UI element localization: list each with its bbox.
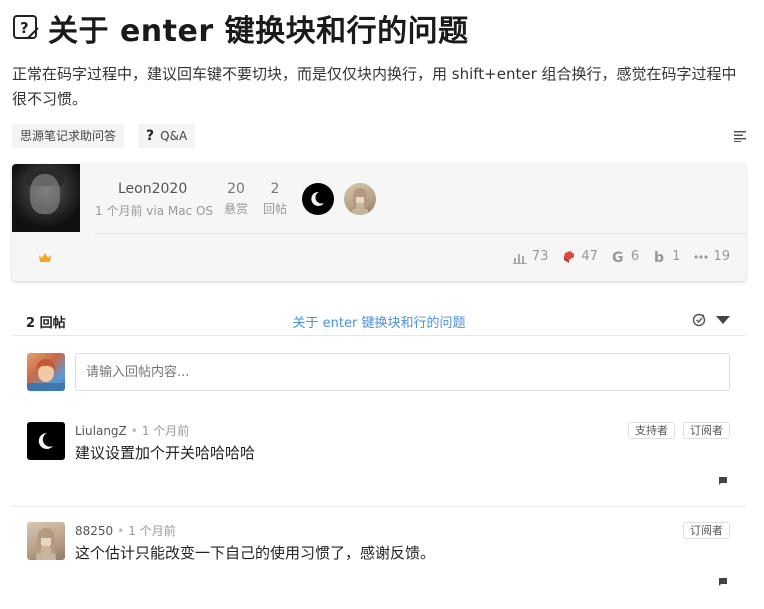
g-count: 6 (630, 249, 640, 264)
more-stat[interactable]: 19 (694, 249, 730, 264)
tag-siyuan-help[interactable]: 思源笔记求助问答 (12, 124, 125, 148)
author-name[interactable]: Leon2020 (118, 181, 187, 197)
reply-content: 建议设置加个开关哈哈哈哈 (75, 444, 256, 462)
reply-meta: 88250 • 1 个月前 (75, 522, 176, 539)
participant-avatar-moon[interactable] (302, 183, 334, 215)
current-user-avatar[interactable] (27, 353, 65, 391)
post-meta: 1 个月前 via Mac OS (95, 204, 214, 218)
replies-label: 回帖 (262, 202, 287, 216)
badge-subscriber[interactable]: 订阅者 (683, 422, 730, 439)
dot-separator: • (117, 524, 125, 538)
post-description: 正常在码字过程中，建议回车键不要切块，而是仅仅块内换行，用 shift+ente… (12, 65, 737, 108)
toc-menu-icon[interactable] (734, 130, 746, 142)
reply-author[interactable]: LiulangZ (75, 424, 127, 438)
reply-meta: LiulangZ • 1 个月前 (75, 422, 189, 439)
page-title: 关于 enter 键换块和行的问题 (48, 14, 469, 49)
reply-header: 2 回帖 关于 enter 键换块和行的问题 (12, 306, 746, 336)
svg-text:?: ? (20, 19, 29, 37)
flag-icon[interactable] (718, 476, 728, 486)
bar-chart-icon (512, 253, 527, 264)
reward-stat: 20 悬赏 (216, 181, 256, 217)
reply-avatar[interactable] (27, 522, 65, 560)
refresh-check-icon[interactable] (692, 313, 706, 327)
reply-time: 1 个月前 (128, 524, 176, 538)
girl-portrait-icon (352, 188, 368, 215)
dot-separator: • (130, 424, 138, 438)
reply-author[interactable]: 88250 (75, 524, 113, 538)
crown-icon (39, 253, 51, 262)
post-author-card: Leon2020 1 个月前 via Mac OS 20 悬赏 2 回帖 73 (12, 164, 746, 281)
reply-item: LiulangZ • 1 个月前 建议设置加个开关哈哈哈哈 支持者 订阅者 (27, 422, 730, 492)
reply-badges: 订阅者 (683, 522, 730, 539)
reply-content: 这个估计只能改变一下自己的使用习惯了，感谢反馈。 (75, 544, 436, 562)
girl-portrait-icon (36, 528, 56, 560)
b-icon: b (654, 250, 664, 264)
reply-divider (12, 506, 746, 507)
badge-supporter[interactable]: 支持者 (628, 422, 675, 439)
b-count: 1 (672, 249, 681, 264)
card-divider (95, 233, 746, 234)
tag-label: 思源笔记求助问答 (20, 129, 117, 143)
reply-item: 88250 • 1 个月前 这个估计只能改变一下自己的使用习惯了，感谢反馈。 订阅者 (27, 522, 730, 592)
tag-list: 思源笔记求助问答 ? Q&A (12, 124, 196, 148)
more-count: 19 (713, 249, 730, 264)
badge-subscriber[interactable]: 订阅者 (683, 522, 730, 539)
b-stat[interactable]: b 1 (653, 249, 680, 264)
moon-icon (311, 191, 324, 206)
author-avatar[interactable] (12, 164, 80, 232)
reply-avatar[interactable] (27, 422, 65, 460)
page-title-row: ? 关于 enter 键换块和行的问题 (12, 8, 469, 49)
g-stat[interactable]: G 6 (612, 249, 639, 264)
g-icon: G (612, 250, 624, 264)
views-count: 73 (531, 249, 549, 264)
thanks-count: 47 (581, 249, 598, 264)
question-mark-icon: ? (146, 128, 155, 144)
more-icon (694, 254, 709, 259)
replies-stat: 2 回帖 (255, 181, 295, 217)
caret-down-icon[interactable] (716, 315, 730, 325)
question-edit-icon: ? (13, 15, 39, 39)
reward-num: 20 (227, 181, 245, 197)
thanks-stat[interactable]: 47 (562, 249, 598, 264)
svg-text:G: G (612, 250, 624, 264)
reply-header-title[interactable]: 关于 enter 键换块和行的问题 (12, 312, 746, 331)
thanks-icon (564, 250, 575, 263)
reply-badges: 支持者 订阅者 (628, 422, 730, 439)
avatar-face (30, 174, 60, 214)
reply-editor (27, 352, 730, 392)
reply-header-icons (692, 313, 730, 327)
flag-icon[interactable] (718, 577, 728, 587)
svg-text:b: b (654, 250, 664, 264)
reply-input[interactable] (75, 353, 730, 391)
reward-label: 悬赏 (223, 202, 248, 216)
replies-num: 2 (270, 181, 280, 197)
reply-time: 1 个月前 (141, 424, 190, 438)
participant-avatar-girl[interactable] (344, 183, 376, 215)
tag-qa[interactable]: ? Q&A (138, 124, 196, 148)
tag-label: Q&A (160, 129, 188, 143)
moon-icon (38, 432, 53, 449)
post-stats: 73 47 G 6 b 1 19 (512, 249, 730, 264)
anime-portrait-icon (27, 359, 65, 391)
views-stat: 73 (512, 249, 549, 264)
